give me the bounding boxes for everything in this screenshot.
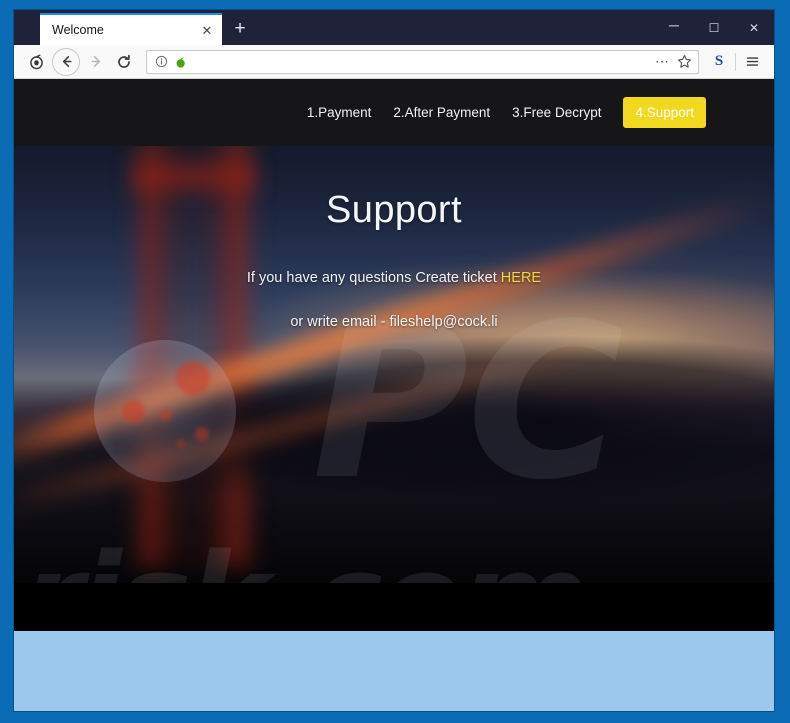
web-page-content: 1.Payment 2.After Payment 3.Free Decrypt… (14, 79, 774, 711)
bokeh-dot (177, 440, 185, 448)
bokeh-dot (195, 427, 209, 441)
address-bar[interactable]: ⋯ (146, 49, 699, 74)
page-title: Support (326, 189, 462, 231)
hamburger-menu-icon[interactable] (738, 48, 766, 76)
browser-tab-welcome[interactable]: Welcome ✕ (40, 13, 222, 45)
page-actions-ellipsis-icon[interactable]: ⋯ (652, 52, 672, 72)
info-icon[interactable] (151, 52, 171, 72)
tab-title: Welcome (52, 23, 104, 37)
address-bar-actions: ⋯ (652, 52, 694, 72)
nav-item-payment[interactable]: 1.Payment (307, 105, 372, 120)
support-ticket-line: If you have any questions Create ticket … (14, 270, 774, 286)
desktop-background: Welcome ✕ + ─ ☐ ✕ ⋯ S 1.Payment 2.After … (0, 0, 790, 723)
site-footer (14, 583, 774, 631)
browser-window: Welcome ✕ + ─ ☐ ✕ ⋯ S 1.Payment 2.After … (14, 10, 774, 711)
security-s-label: S (714, 53, 724, 69)
browser-titlebar: Welcome ✕ + ─ ☐ ✕ (14, 10, 774, 45)
page-bottom-area (14, 631, 774, 711)
nav-item-after-payment[interactable]: 2.After Payment (393, 105, 490, 120)
bookmark-star-icon[interactable] (674, 52, 694, 72)
nav-item-free-decrypt[interactable]: 3.Free Decrypt (512, 105, 601, 120)
site-navigation: 1.Payment 2.After Payment 3.Free Decrypt… (14, 79, 774, 146)
window-close-icon[interactable]: ✕ (734, 10, 774, 45)
forward-button[interactable] (82, 48, 110, 76)
security-level-icon[interactable]: S (705, 48, 733, 76)
back-button[interactable] (52, 47, 80, 76)
bokeh-dot (122, 400, 145, 423)
maximize-icon[interactable]: ☐ (694, 10, 734, 45)
window-controls: ─ ☐ ✕ (654, 10, 774, 45)
support-ticket-text: If you have any questions Create ticket (246, 270, 501, 286)
nav-item-support[interactable]: 4.Support (623, 97, 706, 128)
minimize-icon[interactable]: ─ (654, 10, 694, 48)
toolbar-divider (735, 52, 736, 71)
create-ticket-link[interactable]: HERE (501, 270, 541, 286)
hero-text-block: Support If you have any questions Create… (14, 146, 774, 330)
new-tab-button[interactable]: + (222, 13, 258, 45)
bokeh-dot (160, 409, 172, 421)
support-email-line: or write email - fileshelp@cock.li (290, 314, 498, 330)
onion-site-icon (171, 52, 191, 72)
tab-strip: Welcome ✕ + (14, 10, 258, 45)
watermark-risk: risk.com (22, 538, 589, 583)
toolbar-right-actions: S (705, 48, 766, 76)
browser-toolbar: ⋯ S (14, 45, 774, 79)
bokeh-dot (176, 361, 210, 395)
hero-section: PC risk.com Support If you have any ques… (14, 146, 774, 583)
reload-button[interactable] (110, 48, 138, 76)
close-icon[interactable]: ✕ (198, 21, 216, 39)
tor-onion-icon[interactable] (22, 48, 50, 76)
